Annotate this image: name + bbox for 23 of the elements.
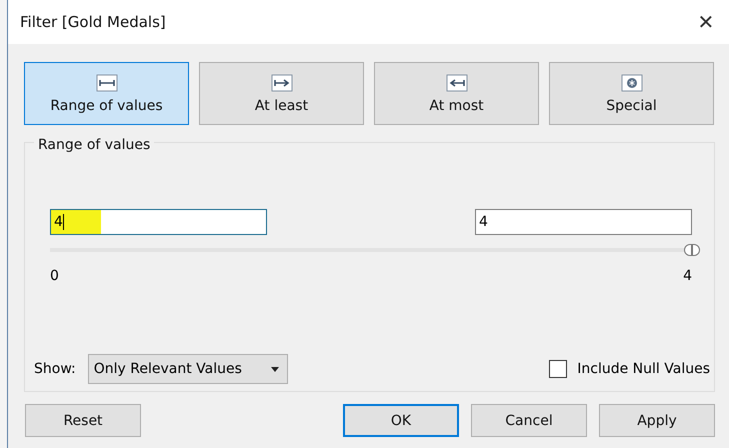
tab[interactable]: Range of values xyxy=(24,62,189,125)
dialog-button[interactable]: Cancel xyxy=(471,404,587,437)
tab[interactable]: Special xyxy=(549,62,714,125)
dialog-button[interactable]: Reset xyxy=(25,404,141,437)
close-button[interactable]: ✕ xyxy=(683,0,729,44)
window-title: Filter [Gold Medals] xyxy=(20,13,167,31)
show-dropdown[interactable]: Only Relevant Values xyxy=(88,354,288,384)
checkbox[interactable] xyxy=(549,360,568,378)
range-icon xyxy=(96,74,118,92)
min-label: 0 xyxy=(50,268,59,284)
checkbox-label: Include Null Values xyxy=(577,361,710,377)
dialog-button[interactable]: OK xyxy=(343,404,459,437)
dialog-button[interactable]: Apply xyxy=(599,404,715,437)
caret-icon xyxy=(270,366,279,372)
max-label: 4 xyxy=(683,268,692,284)
input-field[interactable]: 4 xyxy=(475,209,692,235)
asterisk-icon xyxy=(620,74,642,92)
tab[interactable]: At most xyxy=(374,62,539,125)
show-label: Show: xyxy=(34,361,76,377)
group-title: Range of values xyxy=(34,137,154,153)
range-slider[interactable] xyxy=(50,243,702,257)
input-field[interactable]: 4 xyxy=(50,209,267,235)
tab[interactable]: At least xyxy=(199,62,364,125)
